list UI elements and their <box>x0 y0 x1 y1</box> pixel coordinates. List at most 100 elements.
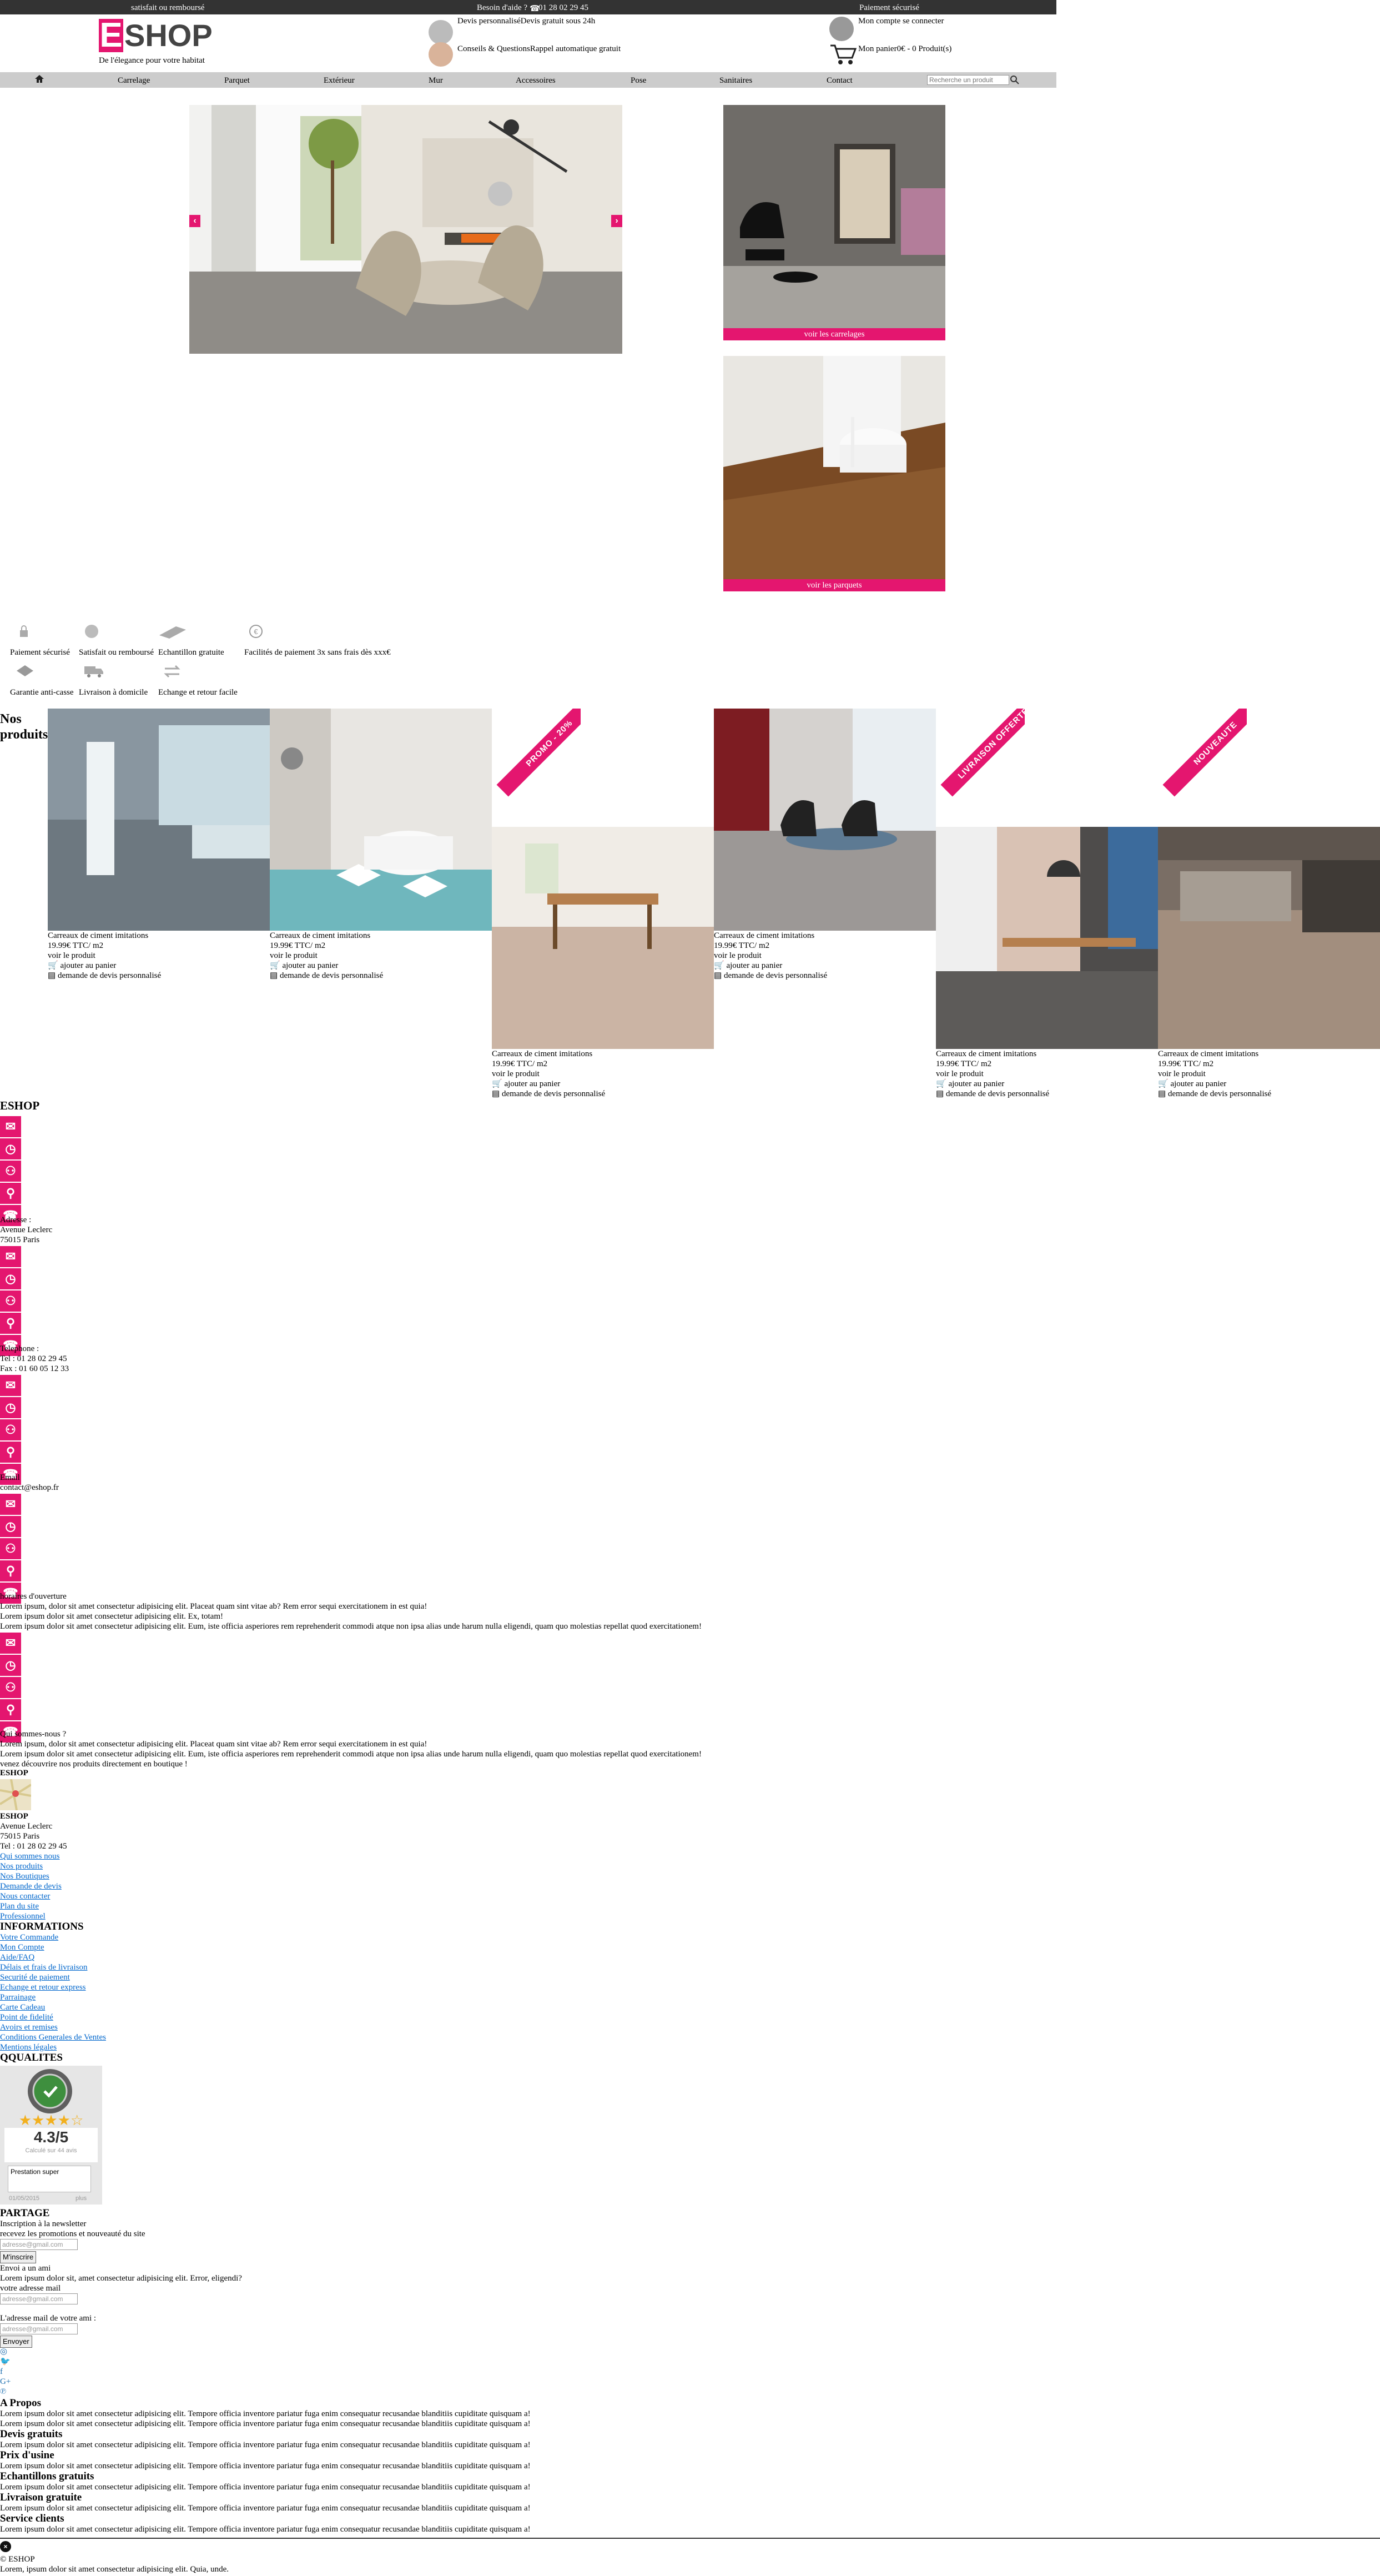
nav-exterieur[interactable]: Extérieur <box>324 76 355 86</box>
product-link[interactable]: voir le produit <box>1158 1069 1380 1079</box>
footer-info-returns[interactable]: Echange et retour express <box>0 1982 86 1993</box>
search-icon[interactable] <box>1009 74 1020 86</box>
footer-info-faq[interactable]: Aide/FAQ <box>0 1952 34 1963</box>
header-quote[interactable]: Devis personnaliséDevis gratuit sous 24h <box>457 17 595 26</box>
map-icon <box>0 1779 32 1811</box>
product-card[interactable]: Carreaux de ciment imitations 19.99€ TTC… <box>48 709 270 981</box>
product-card[interactable]: Carreaux de ciment imitations 19.99€ TTC… <box>492 827 714 1099</box>
nav-sanitaires[interactable]: Sanitaires <box>719 76 752 86</box>
product-link[interactable]: voir le produit <box>48 951 270 961</box>
section-free-delivery: Livraison gratuite <box>0 2492 82 2503</box>
add-to-cart-button[interactable]: 🛒 ajouter au panier <box>270 961 492 971</box>
friend-email-input[interactable]: adresse@gmail.com <box>0 2323 78 2334</box>
add-to-cart-button[interactable]: 🛒 ajouter au panier <box>1158 1079 1380 1089</box>
parquet-link[interactable]: voir les parquets <box>723 579 945 591</box>
review-more-link[interactable]: plus <box>75 2195 87 2202</box>
footer-info-order[interactable]: Votre Commande <box>0 1932 58 1943</box>
add-to-cart-button[interactable]: 🛒 ajouter au panier <box>936 1079 1158 1089</box>
footer-info-cgv[interactable]: Conditions Generales de Ventes <box>0 2032 106 2043</box>
clock-icon: ◷ <box>0 1138 21 1161</box>
footer-info-giftcard[interactable]: Carte Cadeau <box>0 2002 45 2013</box>
header-cart[interactable]: Mon panier0€ - 0 Produit(s) <box>858 44 951 54</box>
newsletter-email-input[interactable]: adresse@gmail.com <box>0 2239 78 2250</box>
quote-request-button[interactable]: ▤ demande de devis personnalisé <box>48 971 270 981</box>
header-account[interactable]: Mon compte se connecter <box>858 17 944 26</box>
search-input[interactable] <box>927 75 1009 85</box>
footer-link-products[interactable]: Nos produits <box>0 1861 43 1872</box>
topbar-phone[interactable]: 01 28 02 29 45 <box>538 3 588 13</box>
newsletter-label: Inscription à la newsletter <box>0 2220 87 2228</box>
footer-link-stores[interactable]: Nos Boutiques <box>0 1871 49 1882</box>
nav-accessoires[interactable]: Accessoires <box>516 76 556 86</box>
cart-icon[interactable] <box>829 42 857 67</box>
footer-link-contact[interactable]: Nous contacter <box>0 1891 50 1902</box>
hero-slider[interactable]: ‹ › <box>189 105 622 354</box>
header-advice[interactable]: Conseils & QuestionsRappel automatique g… <box>457 44 621 54</box>
logo[interactable]: ESHOP <box>99 18 213 53</box>
product-card[interactable]: Carreaux de ciment imitations 19.99€ TTC… <box>1158 827 1380 1099</box>
footer-info-delivery[interactable]: Délais et frais de livraison <box>0 1962 87 1973</box>
contact-icons: ✉ ◷ ⚇ ⚲ ☎ <box>0 1246 21 1357</box>
footer-info-referral[interactable]: Parrainage <box>0 1992 36 2003</box>
product-image[interactable] <box>270 709 492 931</box>
category-parquet[interactable]: voir les parquets <box>723 356 945 591</box>
send-button[interactable]: Envoyer <box>0 2336 32 2348</box>
footer-link-about[interactable]: Qui sommes nous <box>0 1851 60 1862</box>
quote-request-button[interactable]: ▤ demande de devis personnalisé <box>936 1089 1158 1099</box>
product-image[interactable] <box>492 827 714 1049</box>
parquet-image <box>723 356 945 591</box>
category-tiles[interactable]: voir les carrelages <box>723 105 945 340</box>
tiles-link[interactable]: voir les carrelages <box>723 328 945 340</box>
add-to-cart-button[interactable]: 🛒 ajouter au panier <box>48 961 270 971</box>
rating-widget[interactable]: ★★★★☆ 4.3/5 Calculé sur 44 avis Prestati… <box>0 2066 102 2205</box>
footer-link-sitemap[interactable]: Plan du site <box>0 1901 39 1912</box>
footer-info-account[interactable]: Mon Compte <box>0 1942 44 1953</box>
quote-request-button[interactable]: ▤ demande de devis personnalisé <box>714 971 936 981</box>
cart-icon: 🛒 <box>936 1079 946 1088</box>
product-image[interactable] <box>48 709 270 931</box>
footer-link-quote[interactable]: Demande de devis <box>0 1881 62 1892</box>
nav-carrelage[interactable]: Carrelage <box>118 76 150 86</box>
exchange-icon <box>163 664 180 679</box>
document-icon: ▤ <box>270 971 278 980</box>
product-link[interactable]: voir le produit <box>936 1069 1158 1079</box>
footer-info-title: INFORMATIONS <box>0 1921 84 1932</box>
footer-info-loyalty[interactable]: Point de fidelité <box>0 2012 53 2023</box>
googleplus-icon[interactable]: G+ <box>0 2377 11 2387</box>
slider-next-button[interactable]: › <box>611 215 622 227</box>
twitter-icon[interactable]: 🐦 <box>0 2357 11 2367</box>
about-text-1: Lorem ipsum, dolor sit amet consectetur … <box>0 1740 427 1749</box>
nav-parquet[interactable]: Parquet <box>224 76 250 86</box>
product-link[interactable]: voir le produit <box>270 951 492 961</box>
svg-text:€: € <box>254 627 258 636</box>
product-image[interactable] <box>936 827 1158 1049</box>
product-card[interactable]: Carreaux de ciment imitations 19.99€ TTC… <box>936 827 1158 1099</box>
your-email-input[interactable]: adresse@gmail.com <box>0 2293 78 2304</box>
product-card[interactable]: Carreaux de ciment imitations 19.99€ TTC… <box>270 709 492 981</box>
product-link[interactable]: voir le produit <box>714 951 936 961</box>
product-image[interactable] <box>714 709 936 931</box>
close-icon[interactable]: × <box>0 2541 11 2552</box>
product-card[interactable]: Carreaux de ciment imitations 19.99€ TTC… <box>714 709 936 981</box>
nav-contact[interactable]: Contact <box>827 76 853 86</box>
slider-prev-button[interactable]: ‹ <box>189 215 200 227</box>
product-link[interactable]: voir le produit <box>492 1069 714 1079</box>
footer-info-credits[interactable]: Avoirs et remises <box>0 2022 58 2033</box>
rss-icon[interactable]: ◎ <box>0 2347 7 2357</box>
people-icon: ⚇ <box>0 1419 21 1442</box>
quote-request-button[interactable]: ▤ demande de devis personnalisé <box>492 1089 714 1099</box>
quote-request-button[interactable]: ▤ demande de devis personnalisé <box>270 971 492 981</box>
shield-icon <box>17 665 33 680</box>
facebook-icon[interactable]: f <box>0 2367 3 2377</box>
footer-info-payment[interactable]: Securité de paiement <box>0 1972 70 1983</box>
subscribe-button[interactable]: M'inscrire <box>0 2251 37 2263</box>
nav-mur[interactable]: Mur <box>429 76 443 86</box>
add-to-cart-button[interactable]: 🛒 ajouter au panier <box>492 1079 714 1089</box>
contact-email[interactable]: contact@eshop.fr <box>0 1483 59 1493</box>
pinterest-icon[interactable]: ℗ <box>0 2387 6 2397</box>
quote-request-button[interactable]: ▤ demande de devis personnalisé <box>1158 1089 1380 1099</box>
product-image[interactable] <box>1158 827 1380 1049</box>
add-to-cart-button[interactable]: 🛒 ajouter au panier <box>714 961 936 971</box>
home-icon[interactable] <box>34 74 44 86</box>
nav-pose[interactable]: Pose <box>631 76 646 86</box>
